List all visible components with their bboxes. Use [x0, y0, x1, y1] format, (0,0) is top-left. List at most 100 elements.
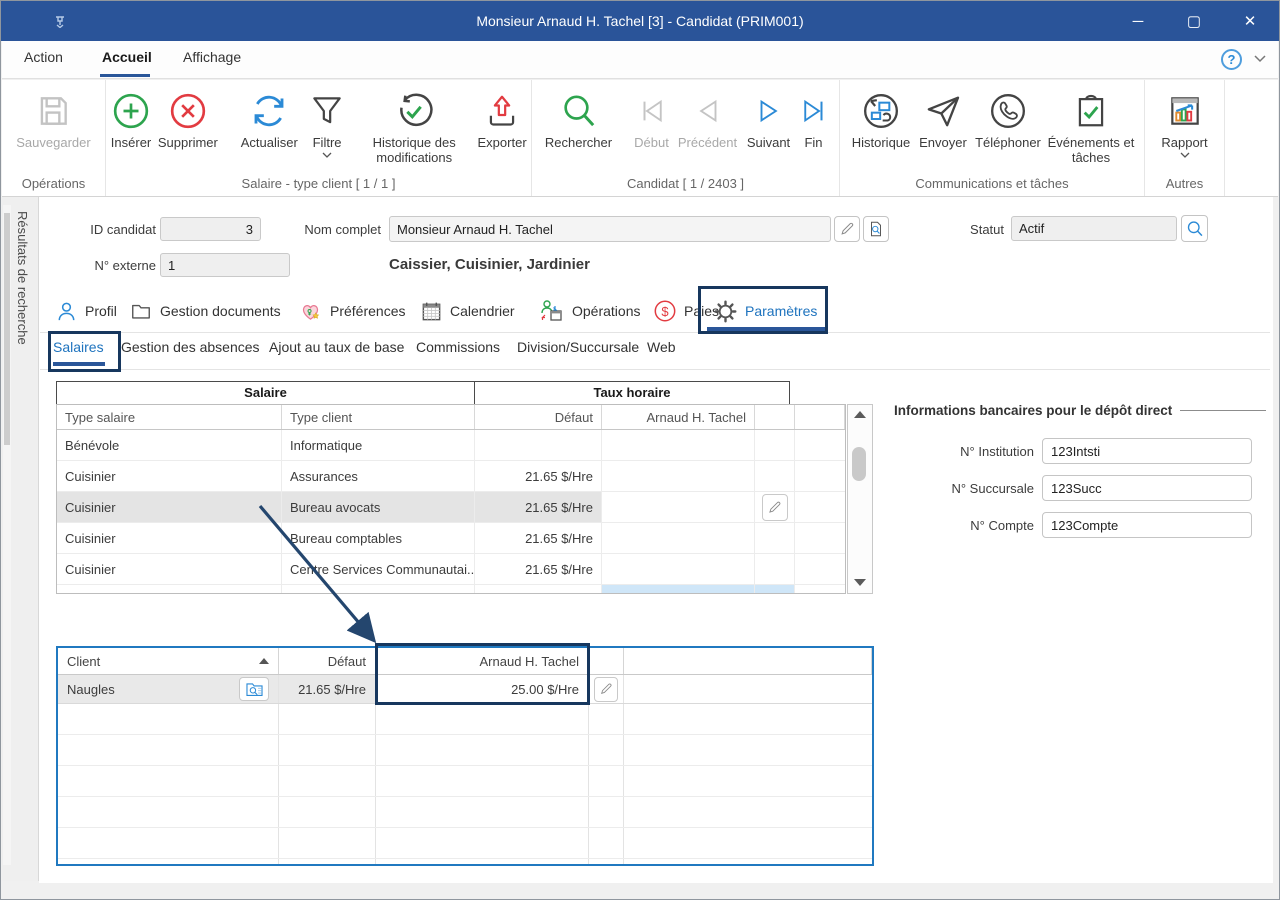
sync-history-icon [861, 88, 901, 134]
quick-access-icon[interactable] [53, 12, 67, 28]
scrollbar-thumb[interactable] [852, 447, 866, 481]
group-label-operations: Opérations [2, 176, 105, 191]
minimize-button[interactable]: ─ [1127, 13, 1149, 30]
n-externe-field[interactable]: 1 [160, 253, 290, 277]
scroll-up-icon[interactable] [854, 411, 866, 418]
ribbon-group-communications: Historique Envoyer Téléphoner Événements… [840, 80, 1145, 196]
search-button[interactable]: Rechercher [540, 85, 618, 150]
modification-history-button[interactable]: Historique des modifications [355, 85, 473, 165]
previous-button[interactable]: Précédent [674, 85, 742, 150]
filter-button[interactable]: Filtre [305, 85, 349, 158]
edit-client-rate-button[interactable] [594, 677, 618, 702]
hourly-rate-group-header: Taux horaire [474, 381, 790, 405]
document-search-icon [867, 220, 885, 238]
phone-button[interactable]: Téléphoner [971, 85, 1045, 150]
report-chart-icon [1166, 88, 1204, 134]
phone-circle-icon [988, 88, 1028, 134]
column-header-defaut[interactable]: Défaut [279, 648, 376, 674]
table-row[interactable]: Cuisinier Commercial 21.65 $/Hre 16.00 $… [57, 585, 845, 594]
group-label-candidat: Candidat [ 1 / 2403 ] [532, 176, 839, 191]
menu-accueil[interactable]: Accueil [102, 49, 152, 65]
events-tasks-button[interactable]: Événements et tâches [1045, 85, 1137, 165]
subtab-ajout-taux-base[interactable]: Ajout au taux de base [269, 339, 404, 355]
table-row[interactable]: Cuisinier Assurances 21.65 $/Hre [57, 461, 845, 492]
succursale-label: N° Succursale [886, 481, 1034, 496]
menu-affichage[interactable]: Affichage [183, 49, 241, 65]
close-button[interactable]: ✕ [1239, 12, 1261, 30]
report-button[interactable]: Rapport [1154, 85, 1216, 158]
tab-paies[interactable]: $ Paies [653, 293, 719, 329]
table-row[interactable]: Bénévole Informatique [57, 430, 845, 461]
empty-row [58, 859, 872, 866]
edit-name-button[interactable] [834, 216, 860, 242]
tab-preferences[interactable]: Préférences [298, 293, 405, 329]
nav-last-icon [799, 88, 829, 134]
n-externe-label: N° externe [56, 258, 156, 273]
table-row-selected[interactable]: Cuisinier Bureau avocats 21.65 $/Hre [57, 492, 845, 523]
ribbon-group-operations: Sauvegarder Opérations [2, 80, 106, 196]
preview-name-button[interactable] [863, 216, 889, 242]
empty-row [58, 766, 872, 797]
search-results-sidebar[interactable]: Résultats de recherche [2, 197, 39, 881]
statut-search-button[interactable] [1181, 215, 1208, 242]
salary-table-scrollbar[interactable] [847, 404, 873, 594]
compte-input[interactable] [1042, 512, 1252, 538]
send-button[interactable]: Envoyer [915, 85, 971, 150]
id-candidat-field[interactable]: 3 [160, 217, 261, 241]
tabs-divider [40, 332, 1270, 333]
tab-calendrier[interactable]: Calendrier [420, 293, 515, 329]
column-header-type-client[interactable]: Type client [282, 405, 475, 429]
clipboard-check-icon [1072, 88, 1110, 134]
refresh-button[interactable]: Actualiser [234, 85, 305, 150]
subtab-division-succursale[interactable]: Division/Succursale [517, 339, 639, 355]
scroll-down-icon[interactable] [854, 579, 866, 586]
delete-button[interactable]: Supprimer [156, 85, 220, 150]
statut-field[interactable]: Actif [1011, 216, 1177, 241]
edit-rate-button[interactable] [762, 494, 788, 521]
compte-label: N° Compte [886, 518, 1034, 533]
table-row[interactable]: Cuisinier Bureau comptables 21.65 $/Hre [57, 523, 845, 554]
column-header-client[interactable]: Client [58, 648, 279, 674]
subtab-commissions[interactable]: Commissions [416, 339, 500, 355]
column-header-tachel[interactable]: Arnaud H. Tachel [376, 648, 589, 674]
menu-action[interactable]: Action [24, 49, 63, 65]
subtab-gestion-absences[interactable]: Gestion des absences [121, 339, 260, 355]
succursale-input[interactable] [1042, 475, 1252, 501]
sidebar-scrollbar-thumb[interactable] [4, 213, 10, 445]
nom-complet-label: Nom complet [301, 222, 381, 237]
empty-row [58, 797, 872, 828]
institution-input[interactable] [1042, 438, 1252, 464]
subtab-salaires[interactable]: Salaires [53, 339, 104, 355]
nav-first-icon [637, 88, 667, 134]
column-header-type-salaire[interactable]: Type salaire [57, 405, 282, 429]
table-row[interactable]: Cuisinier Centre Services Communautai...… [57, 554, 845, 585]
gear-icon [713, 299, 738, 324]
client-rate-table: Client Défaut Arnaud H. Tachel Naugles 2… [56, 646, 874, 866]
export-button[interactable]: Exporter [473, 85, 531, 150]
ribbon-collapse-icon[interactable] [1254, 55, 1266, 63]
tab-profil[interactable]: Profil [55, 293, 117, 329]
nom-complet-field[interactable]: Monsieur Arnaud H. Tachel [389, 216, 831, 242]
insert-button[interactable]: Insérer [106, 85, 156, 150]
column-header-tachel[interactable]: Arnaud H. Tachel [602, 405, 755, 429]
tab-operations[interactable]: Opérations [539, 293, 640, 329]
subtabs-divider [40, 369, 1270, 370]
sidebar-scrollbar[interactable] [3, 205, 11, 865]
client-row-naugles[interactable]: Naugles 21.65 $/Hre 25.00 $/Hre [58, 675, 872, 704]
subtab-web[interactable]: Web [647, 339, 676, 355]
open-client-button[interactable] [239, 677, 269, 701]
first-button[interactable]: Début [630, 85, 674, 150]
maximize-button[interactable]: ▢ [1183, 12, 1205, 30]
last-button[interactable]: Fin [796, 85, 832, 150]
help-icon[interactable]: ? [1221, 49, 1242, 70]
save-button[interactable]: Sauvegarder [16, 85, 90, 150]
column-header-defaut[interactable]: Défaut [475, 405, 602, 429]
tab-parametres[interactable]: Paramètres [713, 293, 817, 329]
refresh-arrows-icon [249, 88, 289, 134]
folder-search-icon [245, 681, 264, 698]
tab-gestion-documents[interactable]: Gestion documents [129, 293, 281, 329]
paper-plane-icon [923, 88, 963, 134]
chevron-down-icon [1180, 152, 1190, 158]
history-button[interactable]: Historique [847, 85, 915, 150]
next-button[interactable]: Suivant [742, 85, 796, 150]
